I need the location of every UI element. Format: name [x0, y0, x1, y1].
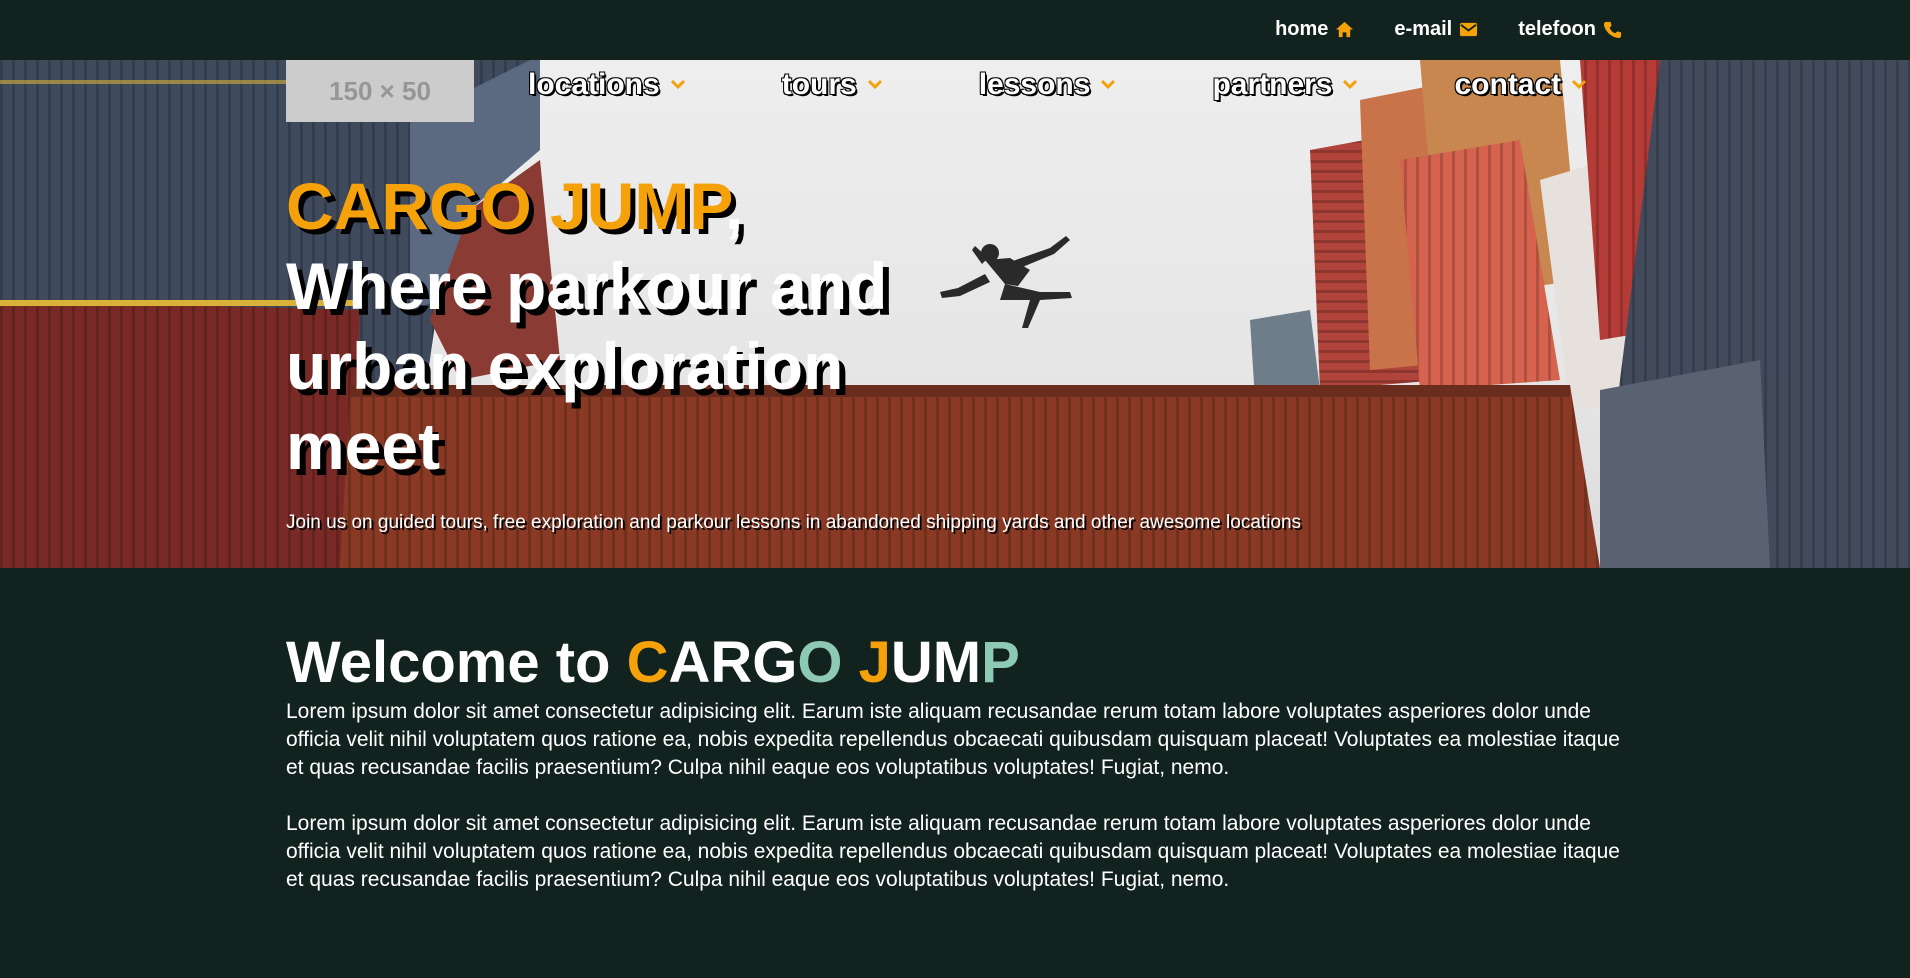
hero-tagline: Where parkour and urban exploration meet	[286, 249, 888, 483]
chevron-down-icon	[670, 79, 685, 90]
home-link[interactable]: home	[1275, 18, 1354, 41]
chevron-down-icon	[867, 79, 882, 90]
phone-link[interactable]: telefoon	[1518, 18, 1622, 41]
hero-brand-name: CARGO JUMP	[286, 169, 725, 243]
nav-item-label: contact	[1454, 68, 1562, 101]
main-navigation: locations tours lessons partners contact	[528, 68, 1587, 102]
welcome-heading-prefix: Welcome to	[286, 630, 627, 695]
nav-item-contact[interactable]: contact	[1454, 68, 1587, 102]
hero-subtitle: Join us on guided tours, free exploratio…	[286, 512, 1302, 533]
brand-letter: UM	[890, 630, 982, 695]
hero-headline: CARGO JUMP, Where parkour and urban expl…	[286, 166, 1046, 486]
hero-brand-comma: ,	[724, 169, 744, 243]
email-link-label: e-mail	[1394, 18, 1453, 40]
utility-links: home e-mail telefoon	[1275, 18, 1622, 41]
brand-letter: C	[626, 630, 669, 695]
chevron-down-icon	[1572, 79, 1587, 90]
phone-link-label: telefoon	[1518, 18, 1596, 40]
brand-letter: P	[981, 630, 1020, 695]
brand-letter: O	[797, 630, 843, 695]
nav-item-label: lessons	[978, 68, 1091, 101]
phone-icon	[1603, 21, 1622, 39]
nav-item-label: locations	[528, 68, 660, 101]
welcome-paragraph: Lorem ipsum dolor sit amet consectetur a…	[286, 812, 1620, 891]
nav-item-partners[interactable]: partners	[1212, 68, 1358, 102]
chevron-down-icon	[1343, 79, 1358, 90]
nav-item-label: partners	[1212, 68, 1333, 101]
home-icon	[1336, 21, 1354, 38]
nav-item-lessons[interactable]: lessons	[979, 68, 1117, 102]
top-utility-bar: home e-mail telefoon	[0, 0, 1910, 60]
nav-item-locations[interactable]: locations	[528, 68, 686, 102]
mail-icon	[1460, 22, 1478, 37]
email-link[interactable]: e-mail	[1394, 18, 1478, 41]
brand-letter: ARG	[668, 630, 798, 695]
welcome-heading: Welcome to CARGO JUMP	[286, 628, 1626, 698]
hero-banner: 150 × 50 locations tours lessons partner…	[0, 60, 1910, 568]
home-link-label: home	[1275, 18, 1329, 40]
nav-item-tours[interactable]: tours	[782, 68, 883, 102]
logo-placeholder-text: 150 × 50	[329, 75, 431, 106]
brand-letter	[842, 630, 858, 695]
brand-letter: J	[858, 630, 891, 695]
nav-item-label: tours	[781, 68, 857, 101]
welcome-section: Welcome to CARGO JUMP Lorem ipsum dolor …	[286, 628, 1626, 922]
logo-placeholder[interactable]: 150 × 50	[286, 60, 474, 122]
chevron-down-icon	[1101, 79, 1116, 90]
welcome-paragraph: Lorem ipsum dolor sit amet consectetur a…	[286, 700, 1620, 779]
